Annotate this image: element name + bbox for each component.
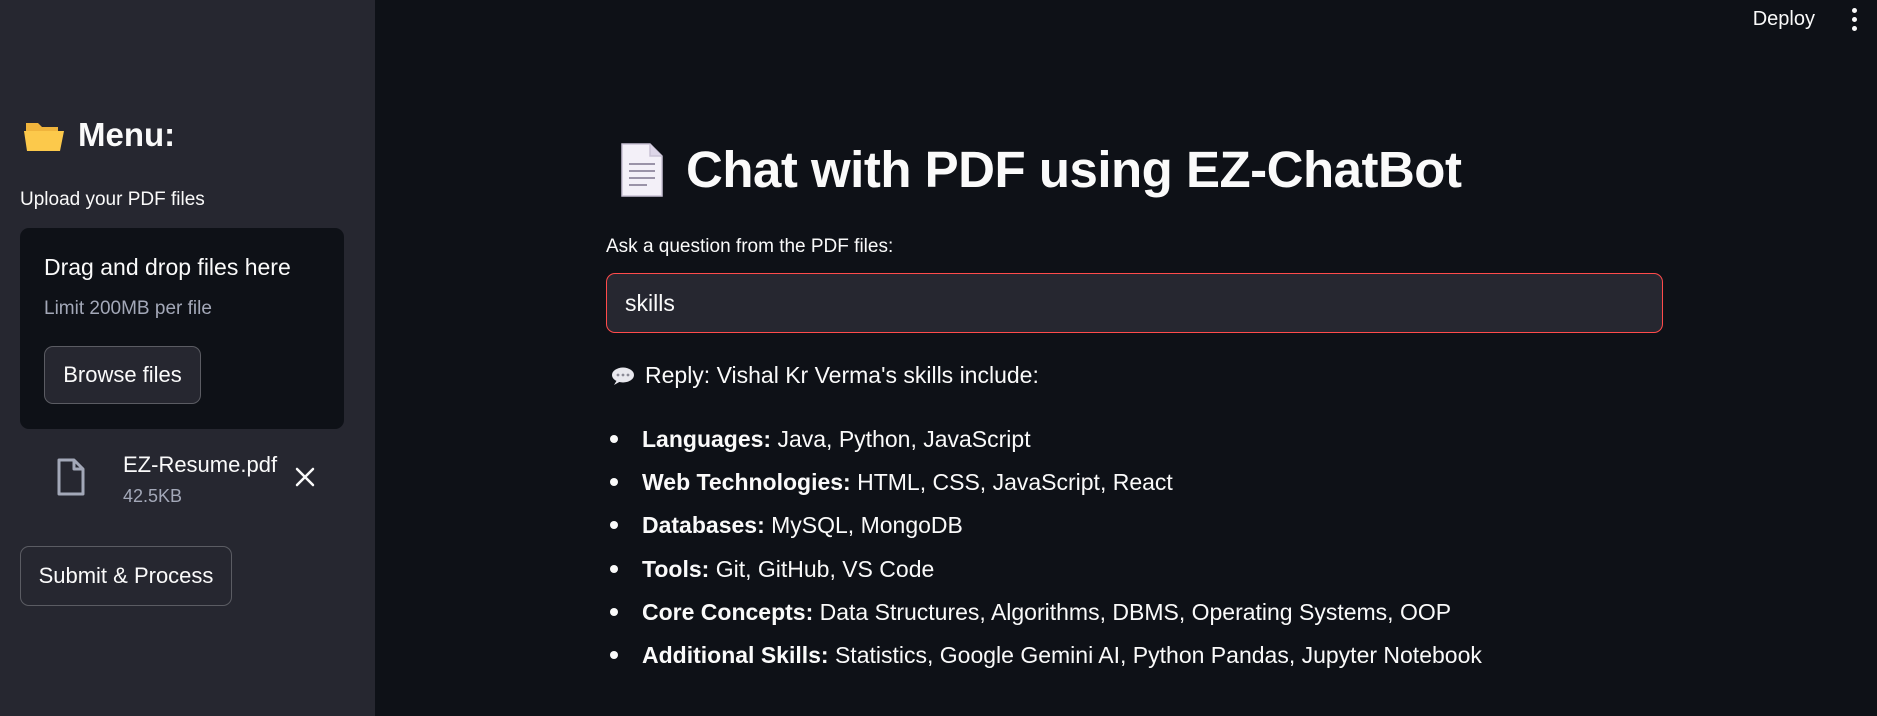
- submit-process-button[interactable]: Submit & Process: [20, 546, 232, 606]
- page-header: Chat with PDF using EZ-ChatBot: [620, 140, 1462, 199]
- document-icon: [621, 142, 663, 197]
- skill-category: Tools:: [642, 555, 710, 582]
- open-folder-icon: [24, 123, 64, 151]
- sidebar: Menu: Upload your PDF files Drag and dro…: [0, 0, 375, 716]
- reply-label: Reply: Vishal Kr Verma's skills include:: [645, 362, 1039, 388]
- menu-title: Menu:: [78, 116, 176, 153]
- dropzone-title: Drag and drop files here: [44, 254, 291, 280]
- list-item: Core Concepts: Data Structures, Algorith…: [606, 595, 1482, 638]
- skill-values: Java, Python, JavaScript: [777, 426, 1031, 452]
- main-content: Deploy Chat with PDF using EZ-ChatBot As…: [375, 0, 1877, 716]
- reply-text: Reply: Vishal Kr Verma's skills include:: [611, 362, 1039, 389]
- skill-values: Statistics, Google Gemini AI, Python Pan…: [834, 641, 1482, 668]
- upload-label: Upload your PDF files: [20, 189, 205, 210]
- list-item: Web Technologies: HTML, CSS, JavaScript,…: [606, 465, 1482, 508]
- list-item: Languages: Java, Python, JavaScript: [606, 422, 1482, 465]
- deploy-button[interactable]: Deploy: [1753, 8, 1815, 31]
- kebab-menu-icon[interactable]: [1841, 1, 1867, 37]
- menu-header: Menu:: [24, 116, 175, 154]
- skill-values: Git, GitHub, VS Code: [715, 555, 935, 582]
- uploaded-file-item: EZ-Resume.pdf 42.5KB: [20, 448, 350, 510]
- skill-category: Additional Skills:: [642, 641, 829, 668]
- skill-category: Databases:: [642, 512, 765, 539]
- skill-category: Core Concepts:: [642, 598, 814, 625]
- skill-category: Web Technologies:: [642, 469, 851, 496]
- file-name: EZ-Resume.pdf: [123, 452, 278, 477]
- skills-list: Languages: Java, Python, JavaScript Web …: [606, 422, 1482, 681]
- list-item: Additional Skills: Statistics, Google Ge…: [606, 638, 1482, 681]
- file-size: 42.5KB: [123, 486, 183, 506]
- list-item: Databases: MySQL, MongoDB: [606, 508, 1482, 551]
- list-item: Tools: Git, GitHub, VS Code: [606, 552, 1482, 595]
- page-title: Chat with PDF using EZ-ChatBot: [686, 141, 1462, 198]
- skill-values: MySQL, MongoDB: [771, 512, 963, 539]
- skill-values: HTML, CSS, JavaScript, React: [857, 469, 1173, 496]
- question-label: Ask a question from the PDF files:: [606, 236, 894, 257]
- skill-category: Languages:: [642, 426, 772, 452]
- speech-bubble-icon: [612, 367, 634, 385]
- top-toolbar: Deploy: [1753, 0, 1877, 38]
- browse-files-button[interactable]: Browse files: [44, 346, 201, 404]
- skill-values: Data Structures, Algorithms, DBMS, Opera…: [819, 598, 1452, 625]
- question-input[interactable]: [606, 273, 1663, 333]
- file-dropzone[interactable]: Drag and drop files here Limit 200MB per…: [20, 228, 344, 429]
- file-icon: [57, 458, 85, 496]
- close-icon[interactable]: [292, 464, 318, 490]
- dropzone-limit: Limit 200MB per file: [44, 298, 212, 319]
